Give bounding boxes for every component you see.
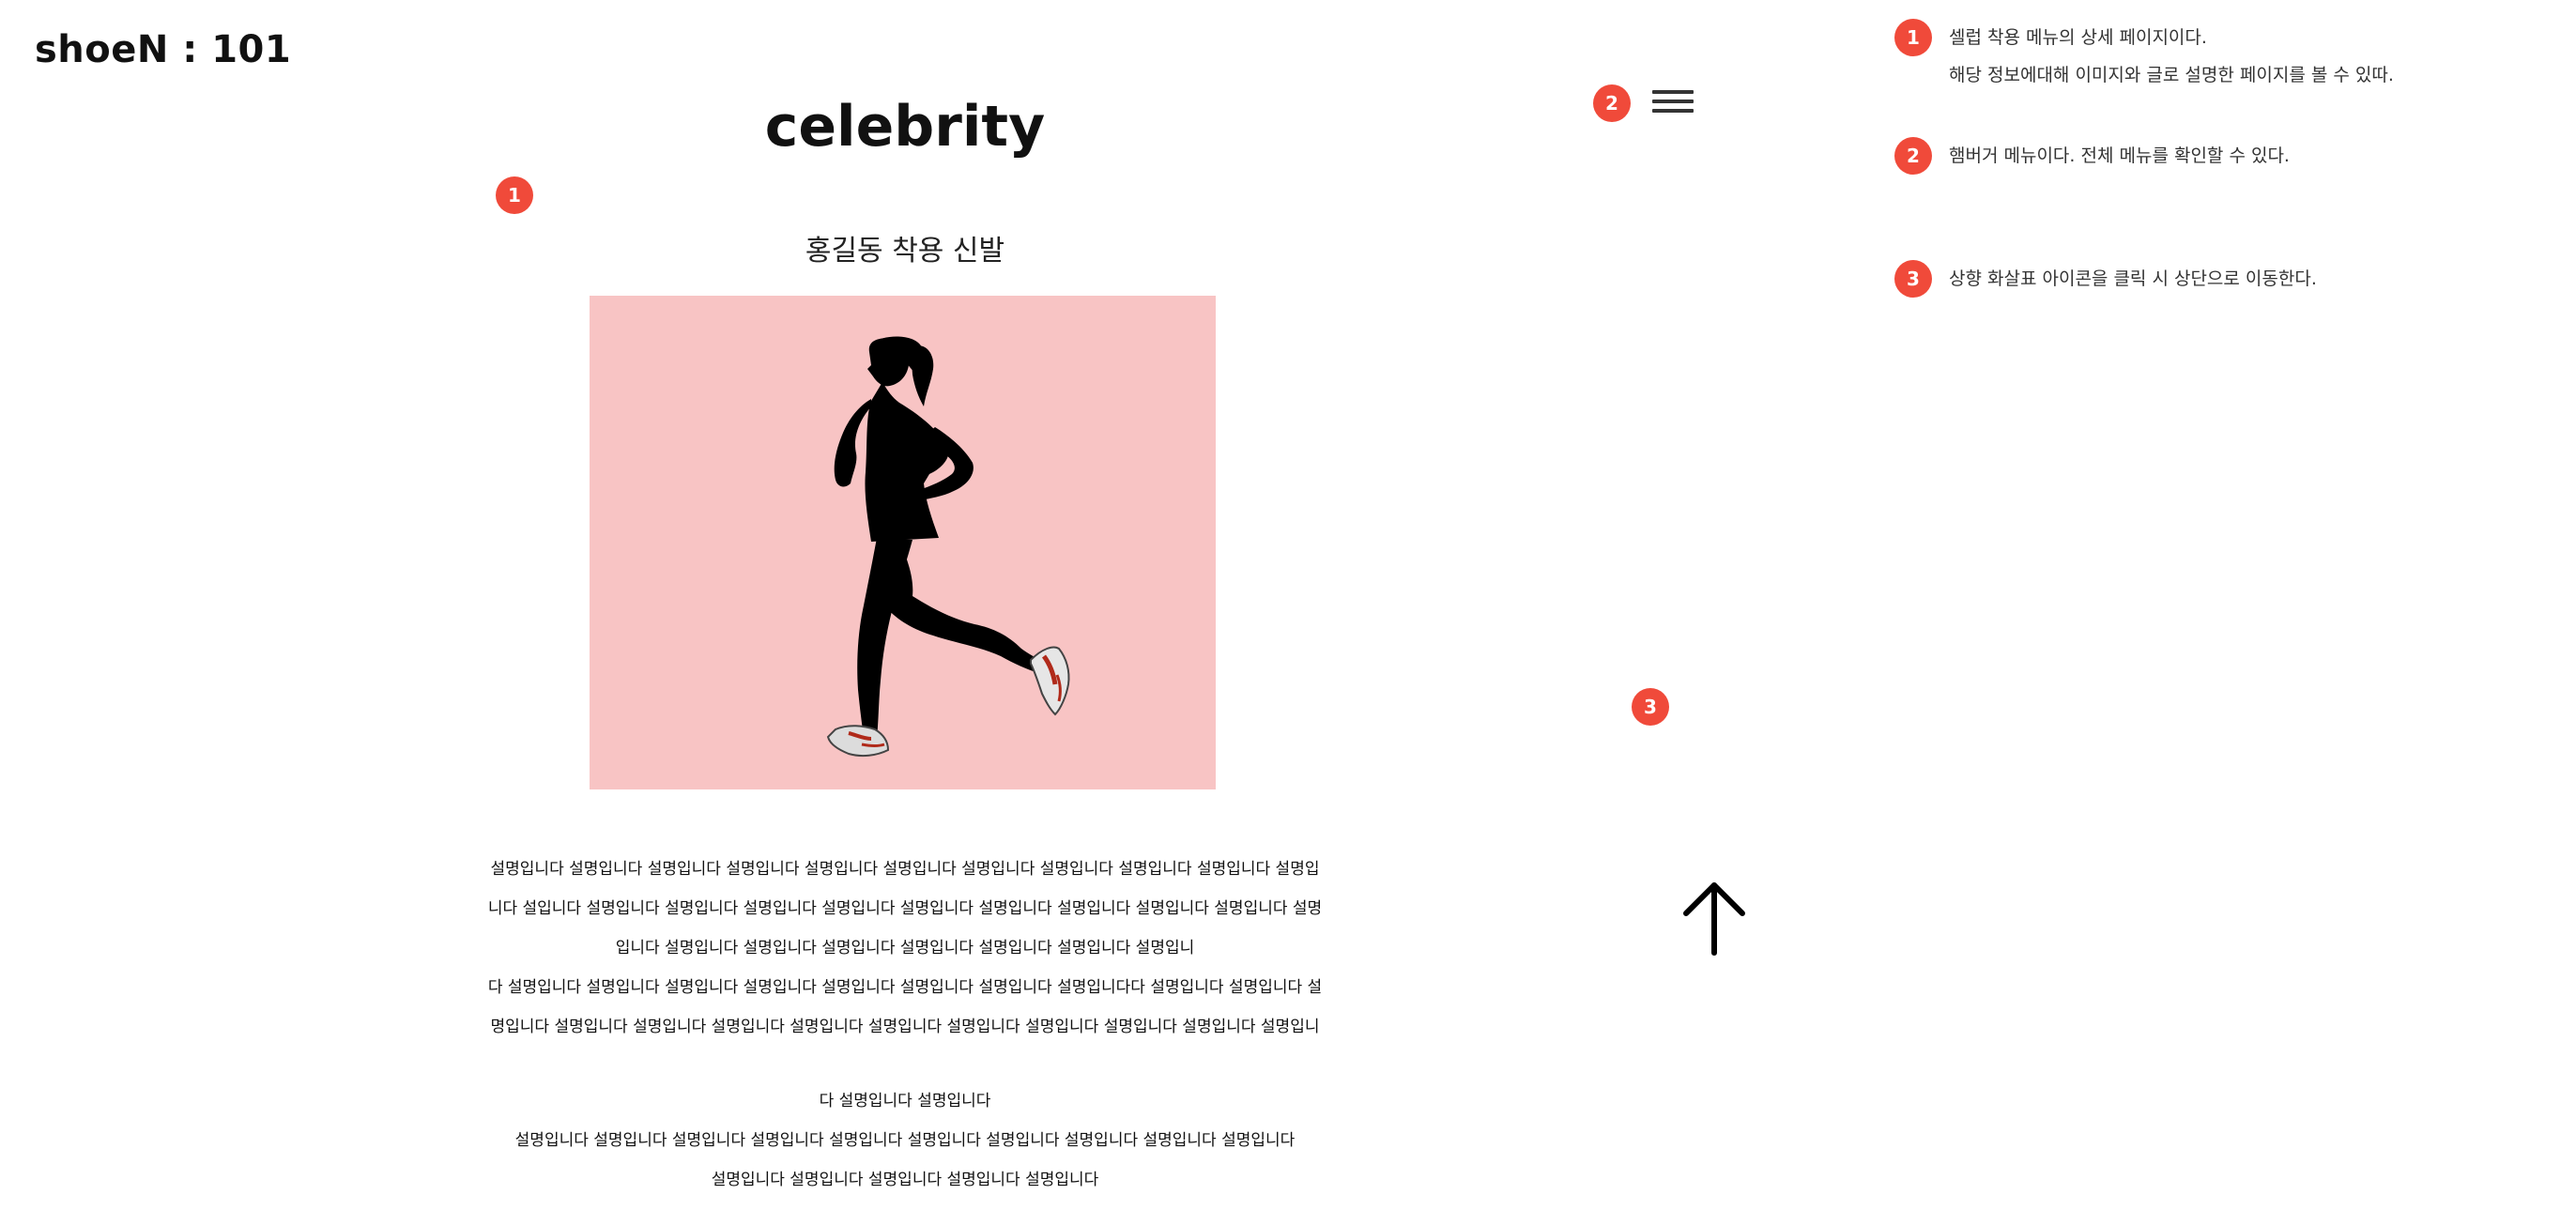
note-badge-3: 3 — [1894, 260, 1932, 298]
runner-silhouette — [826, 336, 1070, 758]
page-subtitle: 홍길동 착용 신발 — [805, 235, 1005, 268]
description-line: 설명입니다 설명입니다 설명입니다 설명입니다 설명입니다 설명입니다 설명입니… — [514, 1131, 1296, 1150]
annotation-marker-1: 1 — [496, 176, 533, 214]
description-text: 설명입니다 설명입니다 설명입니다 설명입니다 설명입니다 설명입니다 설명입니… — [441, 840, 1369, 1210]
description-line: 다 설명입니다 설명입니다 설명입니다 설명입니다 설명입니다 설명입니다 설명… — [487, 978, 1323, 997]
description-line: 다 설명입니다 설명입니다 — [819, 1092, 991, 1110]
annotation-marker-3: 3 — [1632, 688, 1669, 726]
description-line: 설명입니다 설명입니다 설명입니다 설명입니다 설명입니다 설명입니다 설명입니… — [490, 860, 1320, 879]
annotation-marker-2: 2 — [1593, 84, 1631, 122]
description-line: 입니다 설명입니다 설명입니다 설명입니다 설명입니다 설명입니다 설명입니다 … — [615, 939, 1195, 957]
page-title: celebrity — [764, 94, 1046, 160]
logo[interactable]: shoeN : 101 — [35, 28, 291, 71]
description-line: 명입니다 설명입니다 설명입니다 설명입니다 설명입니다 설명입니다 설명입니다… — [490, 1018, 1320, 1036]
description-line: 설명입니다 설명입니다 설명입니다 설명입니다 설명입니다 — [711, 1171, 1099, 1189]
note-text: 해당 정보에대해 이미지와 글로 설명한 페이지를 볼 수 있따. — [1949, 65, 2394, 85]
note-badge-2: 2 — [1894, 137, 1932, 175]
note-text: 상향 화살표 아이콘을 클릭 시 상단으로 이동한다. — [1949, 268, 2317, 289]
note-badge-1: 1 — [1894, 19, 1932, 56]
description-line: 니다 설입니다 설명입니다 설명입니다 설명입니다 설명입니다 설명입니다 설명… — [487, 899, 1323, 918]
note-text: 셀럽 착용 메뉴의 상세 페이지이다. — [1949, 27, 2207, 48]
arrow-up-icon — [1683, 882, 1745, 956]
hero-image — [590, 296, 1216, 789]
scroll-top-button[interactable] — [1680, 878, 1748, 957]
note-text: 햄버거 메뉴이다. 전체 메뉴를 확인할 수 있다. — [1949, 146, 2290, 166]
hamburger-menu-button[interactable] — [1652, 86, 1695, 118]
